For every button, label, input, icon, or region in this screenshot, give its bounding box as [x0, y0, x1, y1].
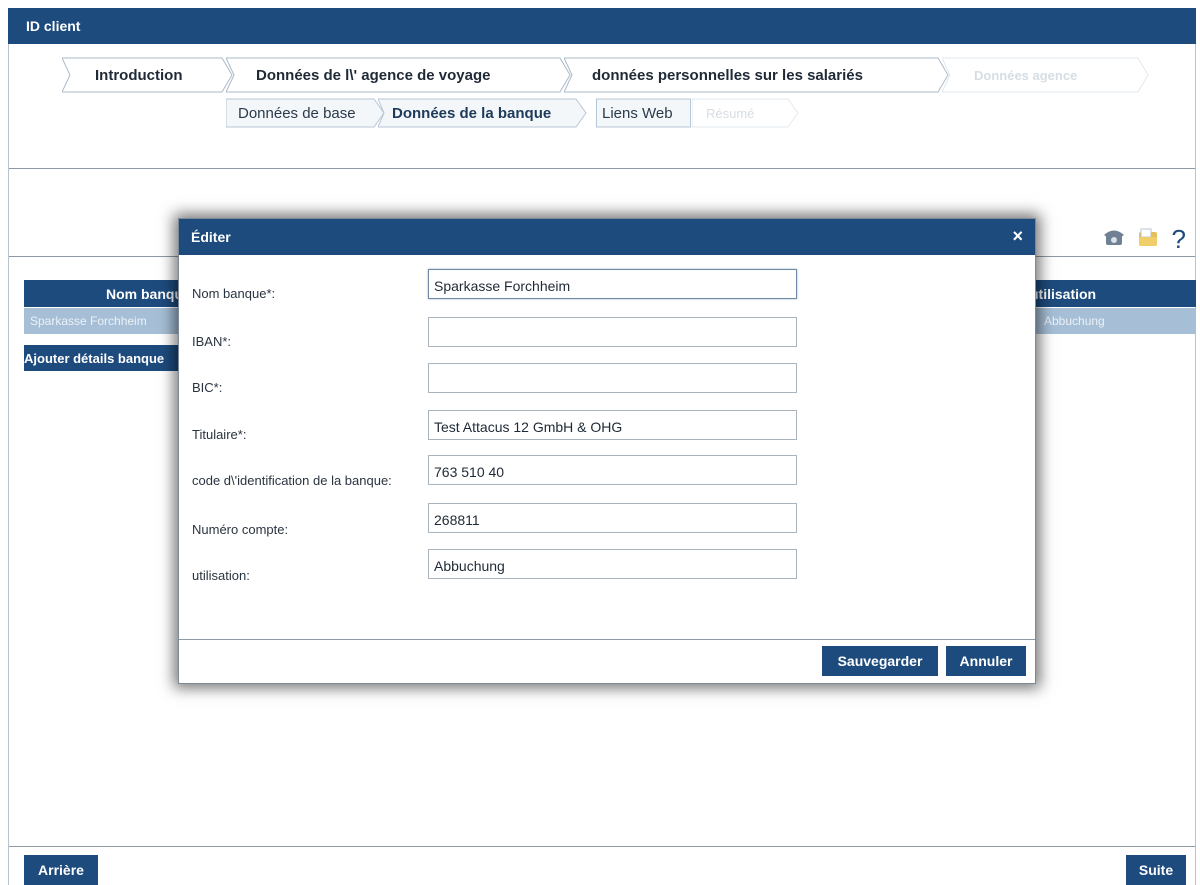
substep-bank-data[interactable]: Données de la banque — [378, 98, 588, 128]
wizard-step-label: Données de l\' agence de voyage — [256, 67, 491, 84]
iban-input[interactable] — [428, 317, 797, 347]
bic-input[interactable] — [428, 363, 797, 393]
utility-icons: ? — [1095, 224, 1186, 255]
substep-basic-data[interactable]: Données de base — [226, 98, 386, 128]
save-button-label: Sauvegarder — [837, 653, 923, 669]
substep-label: Liens Web — [602, 105, 673, 122]
bank-name-label: Nom banque*: — [192, 286, 276, 301]
help-icon[interactable]: ? — [1172, 224, 1186, 255]
cell-bank-name: Sparkasse Forchheim — [30, 314, 147, 328]
next-button[interactable]: Suite — [1126, 855, 1186, 885]
holder-input[interactable] — [428, 410, 797, 440]
iban-label: IBAN*: — [192, 334, 232, 349]
phone-icon[interactable] — [1103, 228, 1125, 251]
account-number-label: Numéro compte: — [192, 522, 289, 537]
substep-label: Données de la banque — [392, 105, 552, 122]
dialog-footer-divider — [179, 639, 1035, 640]
window-title: ID client — [8, 8, 1196, 44]
form-row-account-number: Numéro compte: — [179, 503, 1035, 543]
next-button-label: Suite — [1138, 862, 1174, 878]
divider — [9, 846, 1195, 847]
dialog-title: Éditer — [191, 229, 231, 245]
wizard-step-agency: Données agence — [942, 56, 1152, 94]
back-button-label: Arrière — [38, 862, 84, 878]
account-number-input[interactable] — [428, 503, 797, 533]
back-button[interactable]: Arrière — [24, 855, 98, 885]
form-row-bic: BIC*: — [179, 361, 1035, 401]
save-button[interactable]: Sauvegarder — [822, 646, 938, 676]
form-row-bank-code: code d\'identification de la banque: — [179, 455, 1035, 495]
bic-label: BIC*: — [192, 380, 223, 395]
usage-label: utilisation: — [192, 568, 250, 583]
column-header-usage[interactable]: utilisation — [1030, 286, 1096, 302]
wizard-step-label: Introduction — [95, 67, 183, 84]
bank-code-label: code d\'identification de la banque: — [192, 473, 392, 488]
cell-usage: Abbuchung — [1044, 314, 1105, 328]
substep-web-links[interactable]: Liens Web — [596, 98, 692, 128]
wizard-step-agency-data[interactable]: Données de l\' agence de voyage — [226, 56, 572, 94]
wizard-step-introduction[interactable]: Introduction — [62, 56, 234, 94]
wizard-step-label: Données agence — [974, 68, 1078, 83]
close-icon[interactable]: × — [1012, 226, 1023, 247]
wizard-step-employee-data[interactable]: données personnelles sur les salariés — [564, 56, 950, 94]
substep-summary: Résumé — [692, 98, 802, 128]
add-bank-details-label: Ajouter détails banque — [24, 351, 165, 366]
cancel-button-label: Annuler — [959, 653, 1013, 669]
usage-input[interactable] — [428, 549, 797, 579]
add-bank-details-button[interactable]: Ajouter détails banque — [24, 345, 184, 371]
bank-code-input[interactable] — [428, 455, 797, 485]
substep-label: Résumé — [706, 106, 755, 121]
substep-label: Données de base — [238, 105, 356, 122]
form-row-iban: IBAN*: — [179, 315, 1035, 355]
form-row-holder: Titulaire*: — [179, 408, 1035, 448]
edit-bank-dialog: Éditer × Nom banque*: IBAN*: BIC*: Titul… — [178, 218, 1036, 684]
folder-icon[interactable] — [1137, 227, 1159, 252]
bank-name-input[interactable] — [428, 269, 797, 299]
holder-label: Titulaire*: — [192, 427, 247, 442]
form-row-bank-name: Nom banque*: — [179, 267, 1035, 307]
form-row-usage: utilisation: — [179, 549, 1035, 589]
dialog-header: Éditer × — [179, 219, 1035, 255]
wizard-step-label: données personnelles sur les salariés — [592, 67, 863, 84]
cancel-button[interactable]: Annuler — [946, 646, 1026, 676]
divider — [9, 168, 1195, 169]
